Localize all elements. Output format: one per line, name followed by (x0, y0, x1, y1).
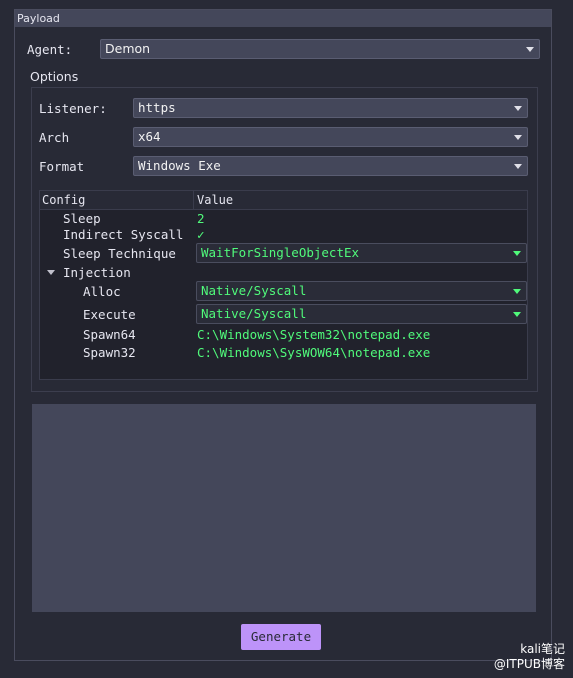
options-title: Options (30, 69, 79, 84)
spawn32-value[interactable]: C:\Windows\SysWOW64\notepad.exe (197, 345, 430, 361)
spawn64-value[interactable]: C:\Windows\System32\notepad.exe (197, 327, 430, 343)
format-select-value: Windows Exe (138, 158, 221, 173)
arch-label: Arch (39, 130, 70, 145)
sleep-technique-value: WaitForSingleObjectEx (201, 245, 360, 260)
watermark-line2: @ITPUB博客 (493, 657, 565, 671)
indirect-syscall-label: Indirect Syscall (63, 227, 184, 242)
chevron-down-icon (514, 135, 522, 140)
config-tree-header: Config Value (40, 191, 527, 210)
config-column-header[interactable]: Config (42, 191, 85, 209)
output-area[interactable] (32, 404, 536, 612)
injection-label[interactable]: Injection (63, 265, 131, 281)
alloc-value: Native/Syscall (201, 283, 307, 298)
execute-value: Native/Syscall (201, 306, 307, 321)
chevron-down-icon (514, 106, 522, 111)
spawn32-label: Spawn32 (83, 345, 136, 360)
generate-button[interactable]: Generate (241, 624, 321, 650)
alloc-label: Alloc (83, 284, 121, 299)
format-label: Format (39, 159, 85, 174)
sleep-technique-select[interactable]: WaitForSingleObjectEx (196, 243, 527, 263)
listener-select-value: https (138, 100, 176, 115)
listener-label: Listener: (39, 101, 107, 116)
listener-select[interactable]: https (133, 98, 528, 118)
alloc-select[interactable]: Native/Syscall (196, 281, 527, 301)
payload-window: Payload Agent: Demon Options Listener: h… (14, 9, 552, 661)
watermark-line1: kali笔记 (520, 642, 565, 656)
format-select[interactable]: Windows Exe (133, 156, 528, 176)
chevron-down-icon (514, 164, 522, 169)
agent-label: Agent: (27, 42, 73, 57)
sleep-label: Sleep (63, 211, 101, 226)
config-tree[interactable]: Config Value Sleep 2 Indirect Syscall ✓ … (39, 190, 528, 380)
chevron-down-icon (526, 47, 534, 52)
arch-select[interactable]: x64 (133, 127, 528, 147)
arch-select-value: x64 (138, 129, 161, 144)
chevron-down-icon (513, 289, 521, 294)
agent-select[interactable]: Demon (100, 39, 540, 59)
indirect-syscall-checkbox[interactable]: ✓ (197, 227, 205, 243)
execute-select[interactable]: Native/Syscall (196, 304, 527, 324)
chevron-down-icon (513, 312, 521, 317)
window-title: Payload (15, 10, 551, 27)
sleep-value[interactable]: 2 (197, 211, 205, 227)
sleep-technique-label: Sleep Technique (63, 246, 176, 261)
watermark: kali笔记 @ITPUB博客 (494, 642, 565, 672)
value-column-header[interactable]: Value (193, 191, 233, 209)
expand-arrow-icon[interactable] (47, 270, 55, 275)
spawn64-label: Spawn64 (83, 327, 136, 342)
agent-select-value: Demon (105, 41, 151, 56)
chevron-down-icon (513, 251, 521, 256)
execute-label: Execute (83, 307, 136, 322)
